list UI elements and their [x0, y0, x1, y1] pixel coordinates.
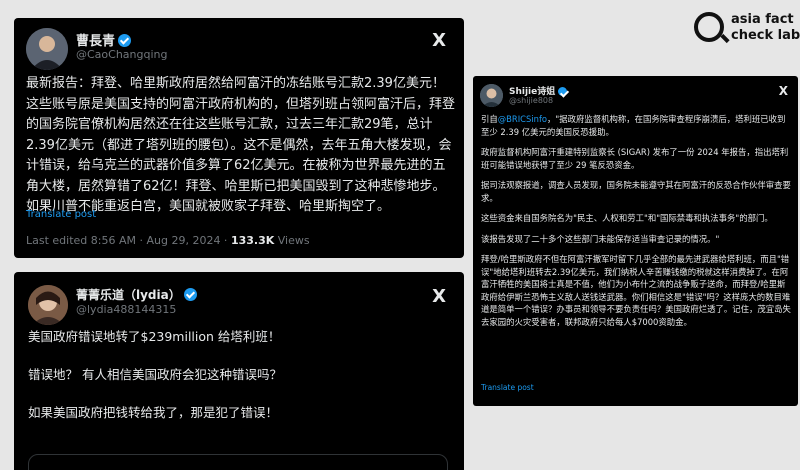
display-name-text[interactable]: 菁菁乐道（lydia） — [76, 288, 181, 302]
tweet-text: 美国政府错误地转了$239million 给塔利班！ 错误地？ 有人相信美国政府… — [28, 327, 458, 422]
display-name[interactable]: 菁菁乐道（lydia） — [76, 286, 197, 303]
x-logo-icon: X — [432, 30, 446, 51]
logo-line1: asia fact — [731, 12, 794, 27]
tweet-paragraph: 拜登/哈里斯政府不但在阿富汗撤军时留下几乎全部的最先进武器给塔利班，而且"错误"… — [481, 254, 791, 327]
avatar[interactable] — [26, 28, 68, 70]
avatar[interactable] — [480, 84, 503, 107]
logo-line2: check lab — [731, 28, 800, 43]
asia-fact-check-lab-logo: asia fact check lab — [694, 8, 800, 50]
tweet-card-lydia: 菁菁乐道（lydia） @lydia488144315 X 美国政府错误地转了$… — [14, 272, 464, 470]
tweet-paragraph: 该报告发现了二十多个这些部门未能保存适当审查记录的情况。" — [481, 233, 720, 244]
tweet-paragraph: 据司法观察报道，调查人员发现，国务院未能遵守其在阿富汗的反恐合作伙伴审查要求。 — [481, 180, 791, 203]
timestamp[interactable]: Last edited 8:56 AM · Aug 29, 2024 · — [26, 234, 231, 247]
mention-link[interactable]: @BRICSinfo — [498, 114, 547, 124]
translate-post-link[interactable]: Translate post — [481, 383, 534, 392]
user-handle[interactable]: @shijie808 — [509, 96, 553, 105]
quoted-media-box[interactable] — [28, 454, 448, 470]
tweet-text: 引自@BRICSinfo，"据政府监督机构称，在国务院审查程序崩溃后，塔利班已收… — [481, 113, 793, 328]
verified-badge-icon — [558, 87, 568, 96]
tweet-paragraph: 引自@BRICSinfo，"据政府监督机构称，在国务院审查程序崩溃后，塔利班已收… — [481, 113, 793, 138]
tweet-paragraph: 如果美国政府把钱转给我了，那是犯了错误！ — [28, 405, 279, 420]
avatar[interactable] — [28, 285, 68, 325]
tweet-text: 最新报告：拜登、哈里斯政府居然给阿富汗的冻结账号汇款2.39亿美元！这些账号原是… — [26, 76, 456, 214]
tweet-paragraph: 错误地？ 有人相信美国政府会犯这种错误吗？ — [28, 367, 282, 382]
verified-badge-icon — [118, 34, 132, 47]
tweet-meta: Last edited 8:56 AM · Aug 29, 2024 · 133… — [26, 234, 310, 247]
magnifier-logo-icon — [694, 12, 724, 42]
verified-badge-icon — [183, 288, 197, 301]
views-label: Views — [274, 234, 310, 247]
tweet-paragraph: 美国政府错误地转了$239million 给塔利班！ — [28, 329, 281, 344]
x-logo-icon: X — [432, 286, 446, 307]
display-name-text[interactable]: 曹長青 — [76, 34, 115, 49]
tweet-paragraph: 这些资金来自国务院名为"民主、人权和劳工"和"国际禁毒和执法事务"的部门。 — [481, 213, 773, 223]
user-handle[interactable]: @lydia488144315 — [76, 303, 176, 316]
x-logo-icon: X — [778, 84, 788, 98]
tweet-card-shijie: Shijie诗姐 @shijie808 X 引自@BRICSinfo，"据政府监… — [473, 76, 798, 406]
quote-prefix: 引自 — [481, 114, 498, 124]
translate-post-link[interactable]: Translate post — [26, 209, 96, 220]
tweet-paragraph: 政府监督机构阿富汗重建特别监察长 (SIGAR) 发布了一份 2024 年报告，… — [481, 147, 789, 170]
user-handle[interactable]: @CaoChangqing — [76, 48, 168, 61]
view-count: 133.3K — [230, 234, 275, 247]
display-name[interactable]: 曹長青 — [76, 30, 132, 49]
tweet-card-caochangqing: 曹長青 @CaoChangqing X 最新报告：拜登、哈里斯政府居然给阿富汗的… — [14, 18, 464, 258]
